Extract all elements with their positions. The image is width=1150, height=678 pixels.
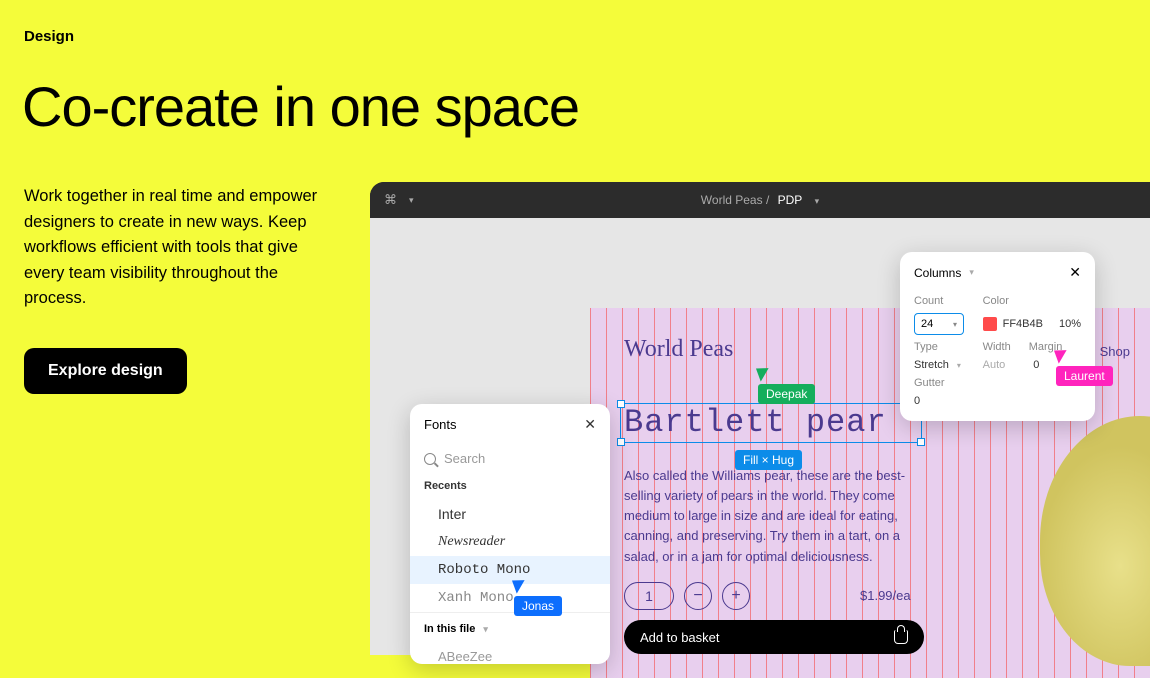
close-icon[interactable]: ✕	[584, 416, 596, 433]
search-placeholder: Search	[444, 451, 485, 466]
page-body: Work together in real time and empower d…	[24, 184, 324, 312]
page-headline: Co-create in one space	[22, 74, 579, 139]
breadcrumb-project[interactable]: World Peas	[701, 193, 763, 207]
basket-icon	[894, 630, 908, 644]
add-to-basket-button[interactable]: Add to basket	[624, 620, 924, 654]
selection-outline	[620, 403, 922, 443]
figma-logo-icon: ⌘	[384, 192, 397, 208]
label-margin: Margin	[1029, 341, 1063, 353]
basket-label: Add to basket	[640, 630, 720, 645]
font-search-input[interactable]: Search	[410, 445, 610, 472]
fonts-section-recents: Recents	[410, 472, 610, 500]
search-icon	[424, 453, 436, 465]
price-label: $1.99/ea	[860, 588, 911, 603]
explore-design-button[interactable]: Explore design	[24, 348, 187, 394]
font-item-newsreader[interactable]: Newsreader	[410, 528, 610, 556]
label-type: Type	[914, 341, 971, 353]
font-item-xanh-mono[interactable]: Xanh Mono	[410, 584, 610, 612]
section-label: Design	[24, 28, 74, 45]
font-item-roboto-mono[interactable]: Roboto Mono	[410, 556, 610, 584]
breadcrumb-page[interactable]: PDP	[778, 193, 803, 207]
fonts-panel: Fonts ✕ Search Recents Inter Newsreader …	[410, 404, 610, 664]
product-description: Also called the Williams pear, these are…	[624, 466, 924, 567]
width-value: Auto	[983, 359, 1006, 371]
quantity-plus-button[interactable]: +	[722, 582, 750, 610]
type-select[interactable]: Stretch▾	[914, 359, 971, 371]
fonts-panel-title: Fonts	[424, 417, 457, 432]
color-alpha[interactable]: 10%	[1059, 318, 1081, 330]
pear-image	[1040, 416, 1150, 666]
label-color: Color	[983, 295, 1081, 307]
label-gutter: Gutter	[914, 377, 971, 389]
count-input[interactable]: 24▾	[914, 313, 964, 335]
label-width: Width	[983, 341, 1011, 353]
chevron-down-icon[interactable]: ▾	[815, 196, 820, 206]
font-item-inter[interactable]: Inter	[410, 500, 610, 528]
fonts-section-in-file[interactable]: In this file▾	[410, 612, 610, 645]
label-count: Count	[914, 295, 971, 307]
chevron-down-icon[interactable]: ▾	[409, 195, 414, 206]
quantity-minus-button[interactable]: −	[684, 582, 712, 610]
close-icon[interactable]: ✕	[1069, 264, 1081, 281]
nav-shop-link[interactable]: Shop	[1100, 344, 1130, 359]
app-topbar: ⌘ ▾ World Peas / PDP ▾	[370, 182, 1150, 218]
margin-input[interactable]: 0	[1033, 359, 1039, 371]
columns-panel-title[interactable]: Columns▾	[914, 266, 974, 280]
quantity-value[interactable]: 1	[624, 582, 674, 610]
columns-panel: Columns▾ ✕ Count Color 24▾ FF4B4B 10% Ty…	[900, 252, 1095, 421]
brand-logo-text: World Peas	[624, 336, 733, 363]
gutter-input[interactable]: 0	[914, 395, 971, 407]
design-app-shell: ⌘ ▾ World Peas / PDP ▾ World Peas Shop B…	[370, 182, 1150, 655]
canvas[interactable]: World Peas Shop Bartlett pear Fill × Hug…	[370, 218, 1150, 655]
color-hex[interactable]: FF4B4B	[1003, 318, 1043, 330]
color-swatch[interactable]	[983, 317, 997, 331]
